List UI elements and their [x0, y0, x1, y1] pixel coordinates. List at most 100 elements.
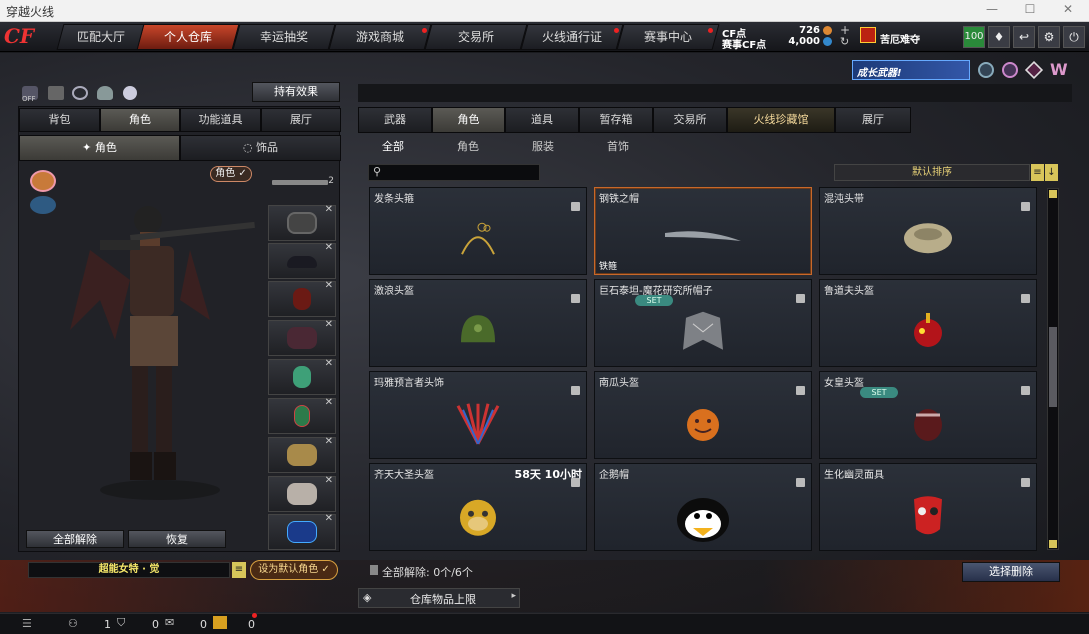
scroll-thumb[interactable]	[1049, 327, 1057, 407]
badge-icon[interactable]	[978, 62, 994, 78]
power-icon[interactable]: ⏻	[1063, 26, 1085, 48]
growth-weapon-banner[interactable]: 成长武器!	[852, 60, 970, 80]
set-default-button[interactable]: 设为默认角色 ✓	[250, 560, 338, 580]
tab-character[interactable]: 角色	[100, 108, 180, 132]
equip-slot[interactable]: ✕	[268, 436, 336, 473]
friends-icon[interactable]: ⚇	[68, 617, 78, 630]
equip-slot[interactable]: ✕	[268, 397, 336, 434]
tab-exchange-items[interactable]: 交易所	[653, 107, 727, 133]
items-scrollbar[interactable]	[1047, 188, 1059, 550]
remove-icon[interactable]: ✕	[325, 475, 333, 486]
sort-direction-icon[interactable]: ↓	[1045, 164, 1058, 181]
sort-dropdown[interactable]: 默认排序	[834, 164, 1030, 181]
item-card[interactable]: 巨石泰坦-魔花研究所帽子 SET	[594, 279, 812, 367]
rank-icon[interactable]: ♦	[988, 26, 1010, 48]
maximize-icon[interactable]: ☐	[1018, 2, 1042, 20]
pose-icon[interactable]	[97, 86, 113, 100]
filter-all[interactable]: 全部	[374, 138, 412, 156]
list-view-icon[interactable]: ≡	[1031, 164, 1044, 181]
remove-icon[interactable]: ✕	[325, 319, 333, 330]
filter-clothing[interactable]: 服装	[524, 138, 562, 156]
subtab-character[interactable]: ✦ 角色	[19, 135, 180, 161]
filter-jewelry[interactable]: 首饰	[599, 138, 637, 156]
remove-icon[interactable]: ✕	[325, 513, 333, 524]
item-card[interactable]: 女皇头盔 SET	[819, 371, 1037, 459]
minimize-icon[interactable]: —	[980, 2, 1004, 20]
item-card[interactable]: 玛雅预言者头饰	[369, 371, 587, 459]
exit-icon[interactable]: ↩	[1013, 26, 1035, 48]
item-card[interactable]: 生化幽灵面具	[819, 463, 1037, 551]
tab-battle-pass[interactable]: 火线通行证	[520, 24, 624, 50]
item-card[interactable]: 企鹅帽	[594, 463, 812, 551]
tab-showroom[interactable]: 展厅	[261, 108, 341, 132]
chat-icon[interactable]: ✉	[165, 616, 174, 629]
equip-slot[interactable]: ✕	[268, 280, 336, 317]
faction-icon[interactable]	[30, 170, 56, 192]
list-icon[interactable]: ≡	[232, 562, 246, 578]
target-icon[interactable]	[1002, 62, 1018, 78]
tab-functional-items[interactable]: 功能道具	[180, 108, 261, 132]
role-badge[interactable]: 角色 ✓	[210, 166, 252, 182]
remove-icon[interactable]: ✕	[325, 204, 333, 215]
pet-icon[interactable]	[123, 86, 137, 100]
tab-game-mall[interactable]: 游戏商城	[328, 24, 432, 50]
item-card[interactable]: 混沌头带	[819, 187, 1037, 275]
level-badge[interactable]: 100	[963, 26, 985, 48]
search-input[interactable]	[387, 166, 537, 179]
equip-slot[interactable]: ✕	[268, 204, 336, 241]
holding-effects-button[interactable]: 持有效果	[252, 82, 340, 102]
select-delete-button[interactable]: 选择删除	[962, 562, 1060, 582]
shield-icon[interactable]: ⛉	[117, 616, 125, 630]
equip-slot[interactable]: ✕	[268, 319, 336, 356]
character-name: 超能女特 · 觉	[28, 562, 230, 578]
tab-personal-inventory[interactable]: 个人仓库	[136, 24, 240, 50]
close-icon[interactable]: ✕	[1056, 2, 1080, 20]
item-card[interactable]: 南瓜头盔	[594, 371, 812, 459]
expand-icon[interactable]: ▸	[511, 591, 516, 601]
rotate-icon[interactable]	[72, 86, 88, 100]
filter-character[interactable]: 角色	[449, 138, 487, 156]
remove-icon[interactable]: ✕	[325, 242, 333, 253]
tab-exchange[interactable]: 交易所	[424, 24, 528, 50]
subtab-accessories[interactable]: ◌ 饰品	[180, 135, 341, 161]
gear-icon[interactable]: ⚙	[1038, 26, 1060, 48]
tab-match-lobby[interactable]: 匹配大厅	[56, 24, 146, 50]
remove-icon[interactable]: ✕	[325, 358, 333, 369]
remove-icon[interactable]: ✕	[325, 436, 333, 447]
tab-collection-hall[interactable]: 火线珍藏馆	[727, 107, 835, 133]
search-box[interactable]: ⚲	[368, 164, 540, 181]
stats-icon[interactable]	[48, 86, 64, 100]
tab-props[interactable]: 道具	[505, 107, 579, 133]
remove-icon[interactable]: ✕	[325, 280, 333, 291]
gift-icon[interactable]	[213, 616, 227, 629]
tab-weapons[interactable]: 武器	[358, 107, 432, 133]
capacity-bar[interactable]: ◈ 仓库物品上限 ▸	[358, 588, 520, 608]
equip-slot[interactable]: ✕	[268, 513, 336, 550]
equip-slot[interactable]: ✕	[268, 358, 336, 395]
tab-storage[interactable]: 暂存箱	[579, 107, 653, 133]
item-card[interactable]: 激浪头盔	[369, 279, 587, 367]
faction-alt-icon[interactable]	[30, 196, 56, 214]
item-card[interactable]: 鲁道夫头盔	[819, 279, 1037, 367]
equip-slot[interactable]: ✕	[268, 475, 336, 512]
lock-icon	[1021, 202, 1030, 211]
scroll-down-icon[interactable]	[1049, 540, 1057, 548]
item-card[interactable]: 发条头箍	[369, 187, 587, 275]
helmet-thumbnail	[287, 212, 317, 234]
unequip-all-button[interactable]: 全部解除	[26, 530, 124, 548]
tab-lucky-draw[interactable]: 幸运抽奖	[232, 24, 336, 50]
tab-right-showroom[interactable]: 展厅	[835, 107, 911, 133]
remove-icon[interactable]: ✕	[325, 397, 333, 408]
menu-icon[interactable]: ☰	[22, 617, 32, 630]
item-card[interactable]: 齐天大圣头盔 58天 10小时	[369, 463, 587, 551]
tab-characters[interactable]: 角色	[432, 107, 505, 133]
scroll-up-icon[interactable]	[1049, 190, 1057, 198]
v-emblem-icon[interactable]: W	[1050, 60, 1068, 79]
weapon-slot[interactable]: 2	[268, 166, 336, 202]
tab-backpack[interactable]: 背包	[19, 108, 100, 132]
equip-slot[interactable]: ✕	[268, 242, 336, 279]
tab-event-center[interactable]: 赛事中心	[616, 24, 720, 50]
restore-button[interactable]: 恢复	[128, 530, 226, 548]
refresh-icon[interactable]: ↻	[840, 35, 849, 48]
item-card-selected[interactable]: 钢铁之帽 铁箍	[594, 187, 812, 275]
